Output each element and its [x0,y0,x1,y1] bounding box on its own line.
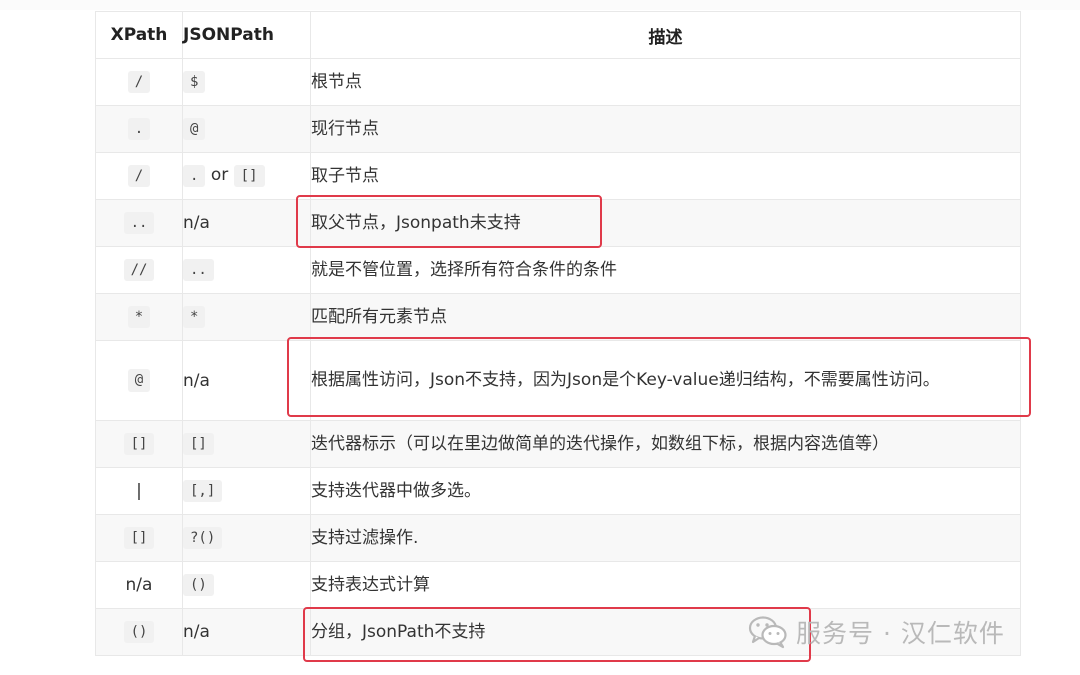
jsonpath-token: .. [183,258,214,282]
table-row: . @ 现行节点 [95,105,1021,153]
jsonpath-token: [,] [183,479,223,503]
xpath-token: [] [123,432,155,456]
xpath-token: / [127,70,151,94]
description-cell: 取父节点，Jsonpath未支持 [310,199,1021,247]
xpath-token: [] [123,526,155,550]
wechat-icon [748,616,787,649]
xpath-token: . [127,117,151,141]
table-row: [] ?() 支持过滤操作. [95,514,1021,562]
description-cell: 支持表达式计算 [310,561,1021,609]
xpath-token: * [127,305,151,329]
xpath-token: .. [123,211,155,235]
jsonpath-text: n/a [183,622,210,642]
watermark-text: 服务号 · 汉仁软件 [796,619,1005,648]
jsonpath-token: () [183,573,214,597]
table-row: / . or [] 取子节点 [95,152,1021,200]
table-row: n/a () 支持表达式计算 [95,561,1021,609]
jsonpath-text: n/a [183,213,210,233]
table-row: // .. 就是不管位置，选择所有符合条件的条件 [95,246,1021,294]
description-cell: 就是不管位置，选择所有符合条件的条件 [310,246,1021,294]
description-cell: 支持迭代器中做多选。 [310,467,1021,515]
description-cell: 根据属性访问，Json不支持，因为Json是个Key-value递归结构，不需要… [310,340,1021,421]
jsonpath-token: $ [183,70,206,94]
table-row: .. n/a 取父节点，Jsonpath未支持 [95,199,1021,247]
xpath-text: n/a [125,575,153,595]
header-row: XPath JSONPath 描述 [95,11,1021,59]
jsonpath-token: * [183,305,206,329]
header-jsonpath: JSONPath [182,11,311,59]
header-xpath: XPath [95,11,183,59]
table-row: [] [] 迭代器标示（可以在里边做简单的迭代操作，如数组下标，根据内容选值等） [95,420,1021,468]
table-row: / $ 根节点 [95,58,1021,106]
description-cell: 迭代器标示（可以在里边做简单的迭代操作，如数组下标，根据内容选值等） [310,420,1021,468]
jsonpath-text: n/a [183,370,210,391]
xpath-token: // [123,258,155,282]
description-cell: 现行节点 [310,105,1021,153]
jsonpath-token: . [183,164,206,188]
table-row: | [,] 支持迭代器中做多选。 [95,467,1021,515]
description-cell: 取子节点 [310,152,1021,200]
description-cell: 根节点 [310,58,1021,106]
table-row: * * 匹配所有元素节点 [95,293,1021,341]
xpath-token: @ [127,369,151,392]
xpath-jsonpath-table: XPath JSONPath 描述 / $ 根节点 . @ 现行节点 / . o… [95,11,1021,656]
xpath-token: / [127,164,151,188]
description-cell: 支持过滤操作. [310,514,1021,562]
jsonpath-token: @ [183,117,206,141]
or-text: or [210,164,229,185]
jsonpath-token: [] [183,432,214,456]
description-cell: 匹配所有元素节点 [310,293,1021,341]
watermark: 服务号 · 汉仁软件 [748,612,1005,652]
top-strip [0,0,1080,10]
jsonpath-token: ?() [183,526,223,550]
header-description: 描述 [310,11,1021,59]
table-row: @ n/a 根据属性访问，Json不支持，因为Json是个Key-value递归… [95,340,1021,421]
xpath-token: () [123,620,155,644]
jsonpath-token: [] [233,164,265,188]
xpath-text: | [136,481,142,501]
